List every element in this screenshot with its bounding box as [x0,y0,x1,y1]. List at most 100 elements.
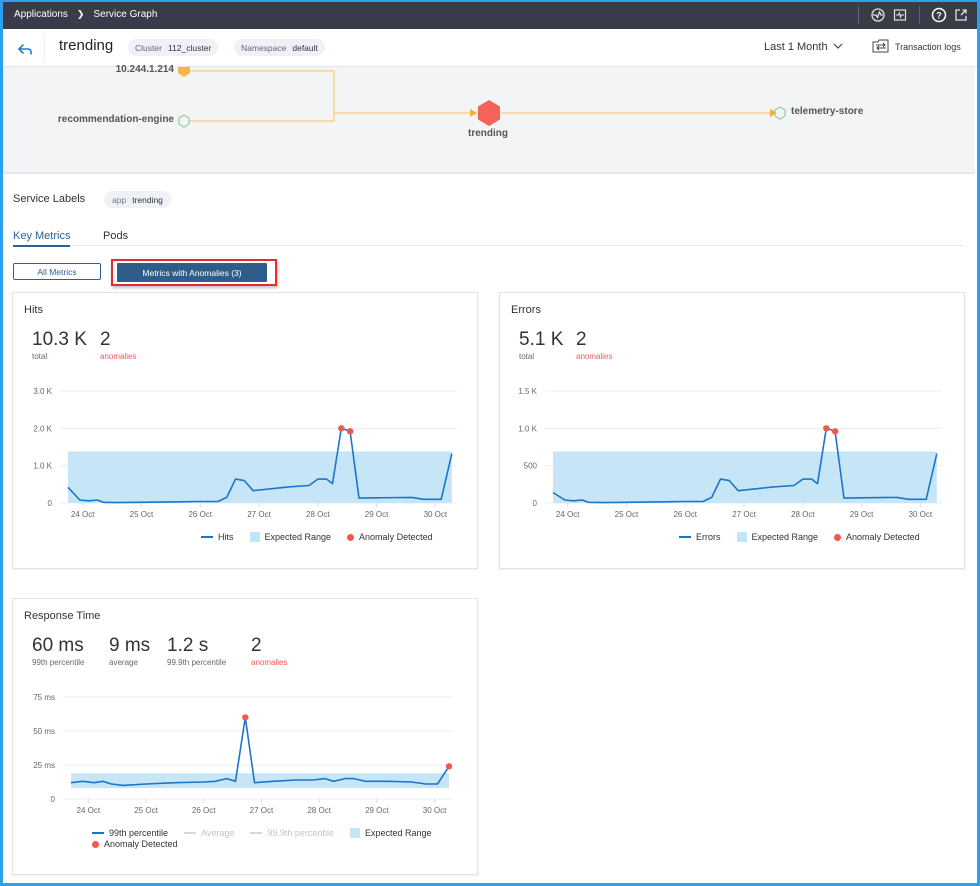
stat-label: anomalies [251,658,288,667]
y-tick-label: 2.0 K [33,424,52,433]
x-tick-label: 29 Oct [365,806,389,815]
legend-item[interactable]: Errors [679,532,721,542]
chevron-down-icon [833,41,843,53]
monitor-icon[interactable] [892,7,908,23]
transaction-logs-icon [872,39,890,55]
node-label[interactable]: 10.244.1.214 [116,64,174,75]
stat-label: anomalies [100,352,137,361]
anomaly-point [346,428,354,435]
x-tick-label: 24 Oct [77,806,101,815]
tab-key-metrics[interactable]: Key Metrics [13,230,71,247]
y-tick-label: 75 ms [33,693,55,702]
stat-value: 2 [100,329,111,350]
y-tick-label: 0 [533,499,538,508]
back-arrow-icon[interactable] [16,39,34,57]
legend-label: Expected Range [751,532,819,542]
tab-pods[interactable]: Pods [103,230,128,242]
y-tick-label: 3.0 K [33,387,52,396]
legend-label: Expected Range [264,532,332,542]
x-tick-label: 27 Oct [250,806,274,815]
all-metrics-button[interactable]: All Metrics [13,263,101,280]
y-tick-label: 1.0 K [518,424,537,433]
stat-label: average [109,658,138,667]
recommendation-engine-node-icon[interactable] [178,114,190,128]
divider [919,5,920,24]
stat-total: 5.1 K total [519,329,563,361]
transaction-logs-label: Transaction logs [895,42,961,52]
breadcrumb-applications[interactable]: Applications [14,9,68,20]
errors-card: Errors 5.1 K total 2 anomalies 0 500 1.0 K… [499,292,965,569]
stat-value: 2 [576,329,587,350]
trending-node-icon[interactable] [478,100,500,126]
line-swatch [250,832,263,834]
node-label[interactable]: telemetry-store [791,106,863,117]
anomaly-point [338,425,345,432]
label-value: trending [132,194,163,205]
y-tick-label: 25 ms [33,761,55,770]
legend-label: 99.9th percentile [267,828,334,838]
y-tick-label: 500 [524,462,538,471]
line-swatch [92,832,104,834]
namespace-badge: Namespace default [234,39,325,56]
transaction-logs-button[interactable]: Transaction logs [872,39,961,55]
range-swatch [349,828,360,838]
x-tick-label: 27 Oct [247,510,271,519]
anomaly-swatch [92,840,99,848]
ip-node-icon[interactable] [178,67,190,77]
namespace-key: Namespace [241,42,287,53]
line-swatch [679,536,691,538]
y-tick-label: 0 [51,795,56,804]
legend-item[interactable]: 99.9th percentile [250,828,334,838]
breadcrumb-service-graph: Service Graph [93,9,158,20]
card-title: Response Time [24,610,101,622]
metrics-tabs: Key Metrics Pods [13,228,963,247]
stat-value: 10.3 K [32,329,87,350]
health-check-icon[interactable] [870,7,886,23]
legend-item[interactable]: Expected Range [249,532,332,542]
stat-anomalies: 2 anomalies [576,329,612,361]
y-tick-label: 1.0 K [33,462,52,471]
legend-label: Expected Range [364,828,432,838]
x-tick-label: 28 Oct [307,806,331,815]
node-label[interactable]: recommendation-engine [58,114,174,125]
y-tick-label: 1.5 K [518,387,537,396]
response-time-card: Response Time 60 ms 99th percentile 9 ms… [12,598,478,875]
response-time-chart: 0 25 ms 50 ms 75 ms 24 Oct 25 Oct 26 Oct 27 Oct… [33,693,453,815]
line-swatch [201,536,213,538]
x-tick-label: 30 Oct [423,806,447,815]
stat-anomalies: 2 anomalies [251,635,287,667]
anomaly-point [242,714,249,721]
errors-chart: 0 500 1.0 K 1.5 K 24 Oct 25 Oct 26 Oct 27 Oct 28… [518,387,942,519]
legend-item[interactable]: Expected Range [349,828,432,838]
legend-item[interactable]: Anomaly Detected [347,532,433,542]
stat-value: 5.1 K [519,329,564,350]
stat-p999: 1.2 s 99.9th percentile [167,635,226,667]
svg-text:?: ? [936,10,942,20]
label-key: app [112,194,127,205]
legend-item[interactable]: Expected Range [736,532,819,542]
expected-range-band [68,451,452,503]
metrics-with-anomalies-button[interactable]: Metrics with Anomalies (3) [117,263,267,282]
cluster-badge: Cluster 112_cluster [128,39,219,56]
stat-label: anomalies [576,352,613,361]
chart-legend: Errors Expected Range Anomaly Detected [679,532,920,542]
legend-item[interactable]: 99th percentile [92,828,168,838]
help-icon[interactable]: ? [931,7,947,23]
external-link-icon[interactable] [953,7,969,23]
legend-item[interactable]: Average [184,828,234,838]
chart-legend: Hits Expected Range Anomaly Detected [201,532,433,542]
stat-value: 1.2 s [167,635,209,656]
legend-item[interactable]: Anomaly Detected [92,839,178,849]
node-label[interactable]: trending [468,128,508,139]
x-tick-label: 26 Oct [188,510,212,519]
divider [44,35,45,61]
y-tick-label: 50 ms [33,727,55,736]
x-tick-label: 28 Oct [791,510,815,519]
legend-item[interactable]: Hits [201,532,234,542]
top-bar: Applications ❯ Service Graph ? [0,0,980,29]
range-swatch [736,532,747,542]
time-range-dropdown[interactable]: Last 1 Month [764,41,843,53]
line-swatch [184,832,197,834]
legend-item[interactable]: Anomaly Detected [834,532,920,542]
highlight-box: Metrics with Anomalies (3) [111,259,277,286]
